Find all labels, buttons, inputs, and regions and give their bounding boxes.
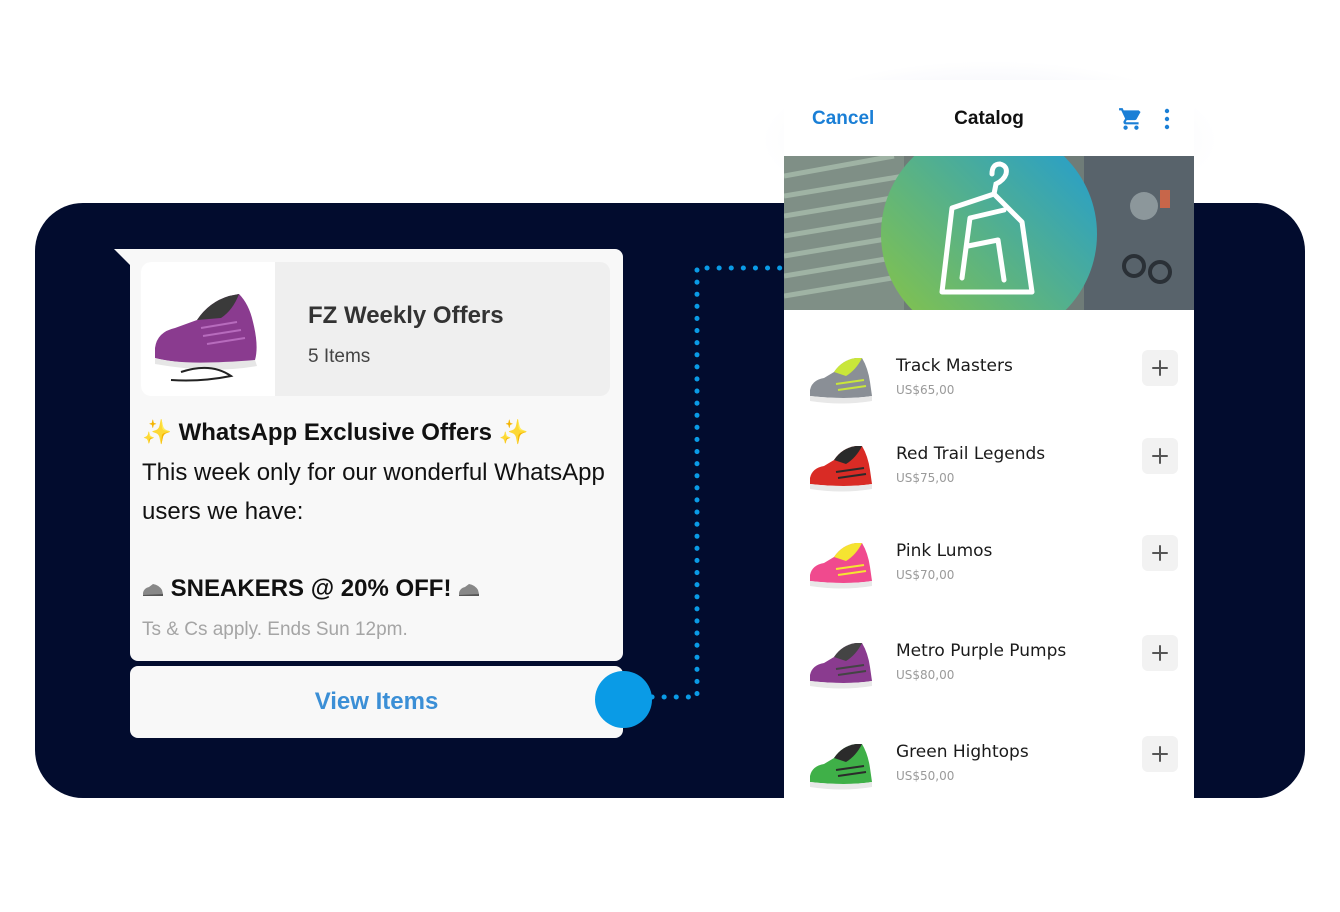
catalog-header: Cancel Catalog <box>784 80 1194 156</box>
add-item-button[interactable] <box>1142 535 1178 571</box>
cart-icon[interactable] <box>1118 106 1144 132</box>
add-item-button[interactable] <box>1142 350 1178 386</box>
catalog-thumbnail <box>141 262 275 396</box>
more-vertical-icon[interactable] <box>1161 108 1173 130</box>
plus-icon <box>1152 360 1168 376</box>
plus-icon <box>1152 545 1168 561</box>
add-item-button[interactable] <box>1142 438 1178 474</box>
item-price: US$80,00 <box>896 668 955 682</box>
sneaker-icon <box>810 446 872 492</box>
sneaker-icon <box>810 358 872 404</box>
promo-text: SNEAKERS @ 20% OFF! <box>170 575 452 602</box>
add-item-button[interactable] <box>1142 635 1178 671</box>
view-items-button[interactable]: View Items <box>130 666 623 738</box>
plus-icon <box>1152 448 1168 464</box>
item-name: Track Masters <box>896 356 1013 376</box>
catalog-item[interactable]: Track Masters US$65,00 <box>784 350 1194 430</box>
item-name: Pink Lumos <box>896 541 993 561</box>
catalog-title: FZ Weekly Offers <box>308 302 504 329</box>
plus-icon <box>1152 645 1168 661</box>
add-item-button[interactable] <box>1142 736 1178 772</box>
sneaker-icon <box>810 643 872 689</box>
item-price: US$75,00 <box>896 471 955 485</box>
catalog-item[interactable]: Red Trail Legends US$75,00 <box>784 438 1194 518</box>
plus-icon <box>1152 746 1168 762</box>
item-price: US$50,00 <box>896 769 955 783</box>
item-name: Green Hightops <box>896 742 1029 762</box>
message-line: This week only for our wonderful WhatsAp… <box>142 459 605 486</box>
item-name: Metro Purple Pumps <box>896 641 1067 661</box>
message-promo: SNEAKERS @ 20% OFF! <box>142 577 480 601</box>
sneaker-icon <box>810 744 872 790</box>
item-price: US$70,00 <box>896 568 955 582</box>
item-name: Red Trail Legends <box>896 444 1046 464</box>
hanger-logo-icon <box>939 161 1035 295</box>
chat-message-bubble: FZ Weekly Offers 5 Items ✨ WhatsApp Excl… <box>130 249 623 661</box>
catalog-preview-card[interactable]: FZ Weekly Offers 5 Items <box>141 262 610 396</box>
sparkle-icon: ✨ <box>498 419 529 446</box>
message-line: users we have: <box>142 498 304 525</box>
catalog-item-count: 5 Items <box>308 346 371 367</box>
sneaker-icon <box>155 294 257 382</box>
sneaker-icon <box>143 583 163 596</box>
catalog-item[interactable]: Metro Purple Pumps US$80,00 <box>784 635 1194 715</box>
connector-node <box>595 671 652 728</box>
sneaker-icon <box>810 543 872 589</box>
catalog-item[interactable]: Pink Lumos US$70,00 <box>784 535 1194 615</box>
sneaker-icon <box>459 583 480 596</box>
terms-text: Ts & Cs apply. Ends Sun 12pm. <box>142 619 408 640</box>
headline-text: WhatsApp Exclusive Offers <box>178 419 492 446</box>
message-headline: ✨ WhatsApp Exclusive Offers ✨ <box>142 421 529 445</box>
catalog-screen: Cancel Catalog Track Masters US$65,00 Re… <box>784 80 1194 798</box>
catalog-banner <box>784 156 1194 310</box>
sparkle-icon: ✨ <box>142 419 172 446</box>
item-price: US$65,00 <box>896 383 955 397</box>
catalog-item[interactable]: Green Hightops US$50,00 <box>784 736 1194 798</box>
